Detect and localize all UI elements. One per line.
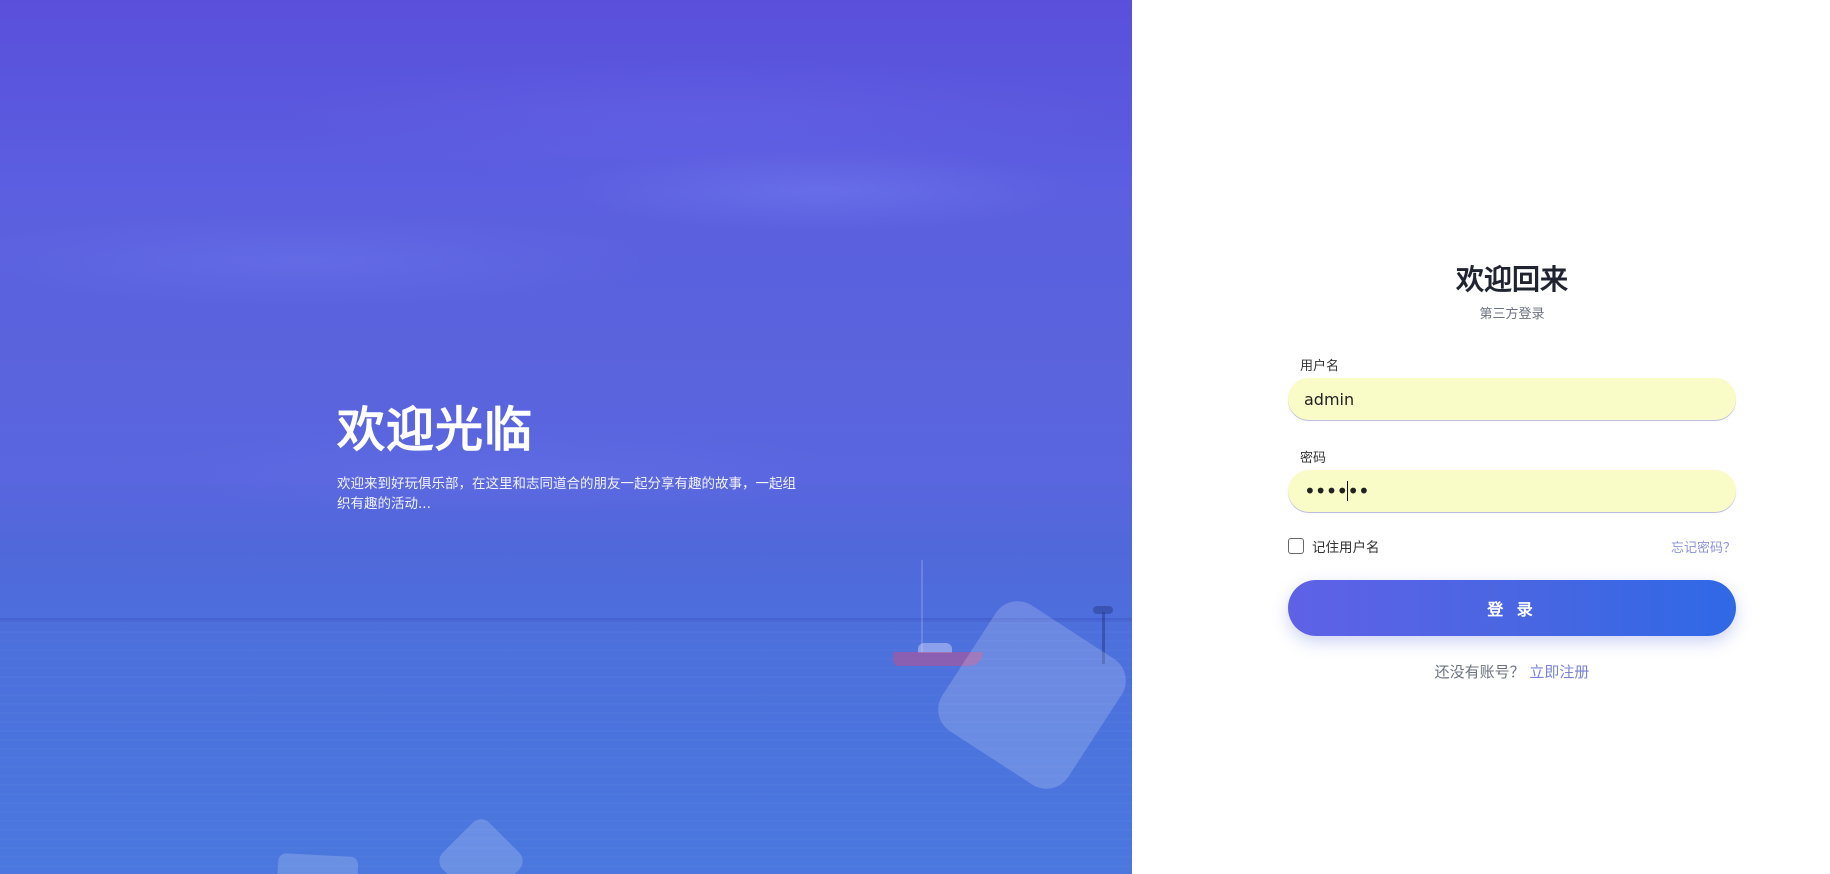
register-prompt: 还没有账号？ (1434, 663, 1525, 681)
hero-description: 欢迎来到好玩俱乐部，在这里和志同道合的朋友一起分享有趣的故事，一起组织有趣的活动… (337, 476, 796, 512)
remember-label: 记住用户名 (1312, 540, 1380, 556)
remember-username[interactable]: 记住用户名 (1288, 536, 1380, 556)
password-label: 密码 (1300, 451, 1327, 466)
username-input[interactable] (1288, 378, 1736, 420)
hero-title: 欢迎光临 (337, 402, 534, 458)
decorative-square-bottom (275, 852, 359, 874)
password-input[interactable] (1288, 470, 1736, 512)
form-options-row: 记住用户名 忘记密码？ (1288, 536, 1736, 556)
hero-text-block: 欢迎光临 欢迎来到好玩俱乐部，在这里和志同道合的朋友一起分享有趣的故事，一起组织… (337, 398, 797, 514)
password-field-wrapper (1288, 470, 1736, 512)
username-label: 用户名 (1300, 359, 1340, 374)
register-row: 还没有账号？ 立即注册 (1288, 662, 1736, 682)
login-button[interactable]: 登 录 (1288, 580, 1736, 636)
text-caret (1347, 481, 1348, 501)
login-panel: 欢迎回来 第三方登录 用户名 密码 记住用户名 忘记密码？ 登 录 还没有账号？… (1132, 0, 1830, 874)
remember-checkbox[interactable] (1288, 538, 1304, 554)
login-title: 欢迎回来 (1455, 263, 1568, 296)
register-link[interactable]: 立即注册 (1529, 663, 1589, 681)
login-form: 欢迎回来 第三方登录 用户名 密码 记住用户名 忘记密码？ 登 录 还没有账号？… (1288, 256, 1736, 682)
forgot-password-link[interactable]: 忘记密码？ (1671, 537, 1736, 556)
boat-mast (921, 560, 923, 652)
hero-panel: 欢迎光临 欢迎来到好玩俱乐部，在这里和志同道合的朋友一起分享有趣的故事，一起组织… (0, 0, 1132, 874)
login-subtitle: 第三方登录 (1479, 307, 1545, 322)
